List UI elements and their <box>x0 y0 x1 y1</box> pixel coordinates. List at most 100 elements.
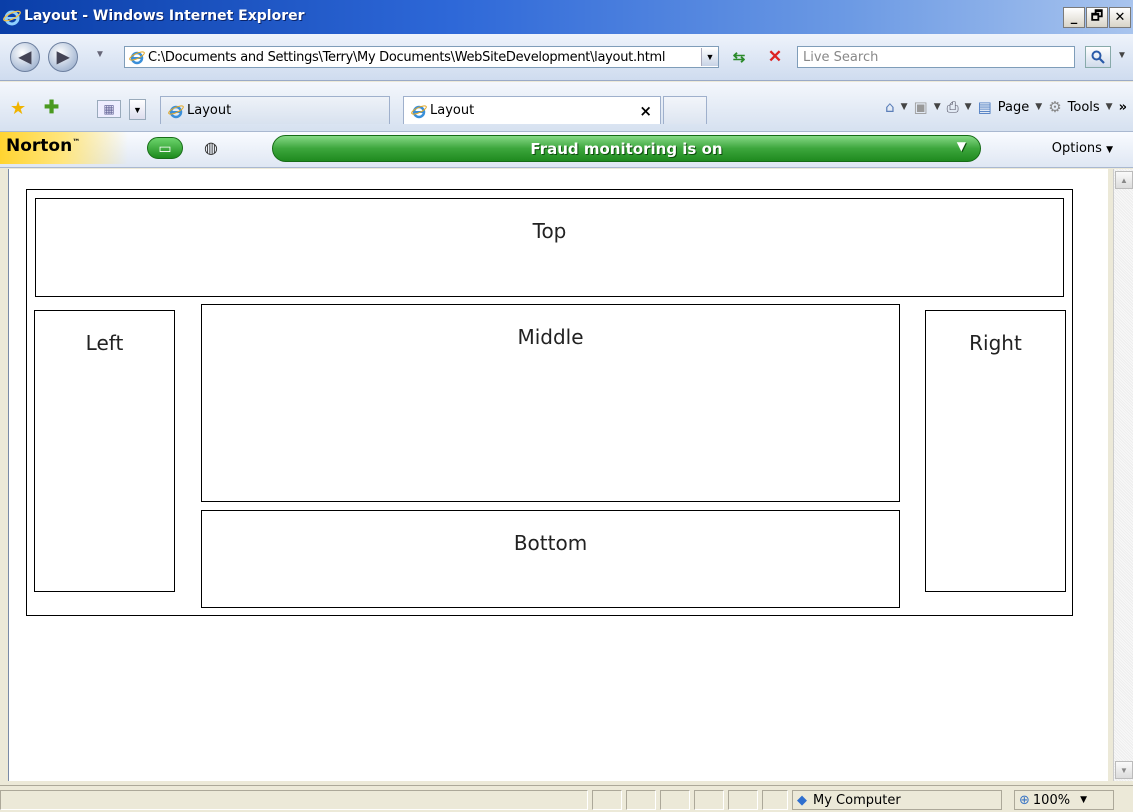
title-bar[interactable]: Layout - Windows Internet Explorer _ 🗗 ✕ <box>0 0 1133 34</box>
search-icon <box>1091 50 1105 64</box>
right-region: Right <box>925 310 1066 592</box>
recent-pages-dropdown-icon[interactable]: ▼ <box>95 49 105 60</box>
middle-region: Middle <box>201 304 900 502</box>
tab-label: Layout <box>430 103 475 118</box>
chevron-down-icon: ▼ <box>133 104 142 115</box>
scroll-down-icon: ▼ <box>1120 765 1128 775</box>
computer-icon: ▭ <box>158 139 172 156</box>
forward-button[interactable]: ▶ <box>48 42 78 72</box>
command-bar: ⌂ ▼ ▣ ▼ ⎙ ▼ ▤ Page ▼ ⚙ Tools ▼ » <box>885 98 1127 116</box>
scroll-up-button[interactable]: ▲ <box>1115 171 1133 189</box>
minimize-button[interactable]: _ <box>1063 7 1085 28</box>
stop-button[interactable]: ✕ <box>763 46 787 68</box>
refresh-button[interactable]: ⇆ <box>727 46 751 68</box>
chevron-down-icon[interactable]: ▼ <box>957 139 966 153</box>
feeds-dropdown-icon[interactable]: ▼ <box>934 102 941 112</box>
options-dropdown-icon: ▼ <box>1106 145 1113 155</box>
options-label: Options <box>1051 141 1102 156</box>
address-input[interactable]: C:\Documents and Settings\Terry\My Docum… <box>148 50 701 65</box>
ie-window: Layout - Windows Internet Explorer _ 🗗 ✕… <box>0 0 1133 812</box>
search-input[interactable]: Live Search <box>797 46 1075 68</box>
bottom-region: Bottom <box>201 510 900 608</box>
security-zone[interactable]: ◆ My Computer <box>792 790 1002 810</box>
home-icon[interactable]: ⌂ <box>885 98 895 116</box>
tab-list-dropdown[interactable]: ▼ <box>129 99 146 120</box>
zoom-dropdown-icon[interactable]: ▼ <box>1080 795 1087 805</box>
norton-computer-button[interactable]: ▭ <box>147 137 183 159</box>
norton-toolbar: Norton™ ▭ ◍ Fraud monitoring is on ▼ Opt… <box>0 132 1133 168</box>
page-ie-icon <box>129 51 145 65</box>
norton-logo: Norton™ <box>0 132 128 164</box>
address-dropdown-icon[interactable]: ▼ <box>701 48 718 66</box>
tab-layout-2[interactable]: Layout × <box>403 96 661 124</box>
stop-icon: ✕ <box>767 47 783 66</box>
add-favorite-icon[interactable]: ✚ <box>44 97 59 118</box>
window-controls: _ 🗗 ✕ <box>1063 7 1131 28</box>
refresh-icon: ⇆ <box>732 49 746 66</box>
bottom-label: Bottom <box>513 531 588 555</box>
scroll-up-icon: ▲ <box>1120 175 1128 185</box>
status-segment <box>592 790 622 810</box>
zoom-icon: ⊕ <box>1019 792 1030 808</box>
vertical-scrollbar[interactable]: ▲ ▼ <box>1113 169 1133 781</box>
left-region: Left <box>34 310 175 592</box>
right-label: Right <box>969 331 1022 355</box>
home-dropdown-icon[interactable]: ▼ <box>901 102 908 112</box>
address-bar[interactable]: C:\Documents and Settings\Terry\My Docum… <box>124 46 719 68</box>
left-label: Left <box>85 331 124 355</box>
tab-ie-icon <box>411 104 427 118</box>
fraud-status-text: Fraud monitoring is on <box>530 139 723 158</box>
norton-logo-text: Norton <box>6 136 73 156</box>
tools-dropdown-icon[interactable]: ▼ <box>1106 102 1113 112</box>
print-icon[interactable]: ⎙ <box>947 98 959 116</box>
quick-tabs-icon: ▦ <box>103 102 115 116</box>
search-button[interactable] <box>1085 46 1111 68</box>
norton-globe-button[interactable]: ◍ <box>199 137 223 159</box>
window-title: Layout - Windows Internet Explorer <box>24 8 305 24</box>
tab-ie-icon <box>168 104 184 118</box>
zoom-control[interactable]: ⊕ 100% ▼ <box>1014 790 1114 810</box>
back-arrow-icon: ◀ <box>18 49 32 66</box>
zone-label: My Computer <box>813 792 901 808</box>
status-segment <box>694 790 724 810</box>
maximize-button[interactable]: 🗗 <box>1086 7 1108 28</box>
gear-icon: ⚙ <box>1048 98 1062 116</box>
tools-menu[interactable]: Tools <box>1068 100 1100 115</box>
page-menu[interactable]: Page <box>998 100 1029 115</box>
forward-arrow-icon: ▶ <box>56 49 70 66</box>
status-segment <box>626 790 656 810</box>
globe-icon: ◍ <box>204 140 218 157</box>
address-toolbar: ◀ ▶ ▼ C:\Documents and Settings\Terry\My… <box>0 34 1133 81</box>
close-tab-icon[interactable]: × <box>639 102 652 120</box>
zoom-level: 100% <box>1032 792 1071 808</box>
ie-logo-icon <box>3 10 21 26</box>
status-bar: ◆ My Computer ⊕ 100% ▼ <box>0 785 1133 812</box>
computer-zone-icon: ◆ <box>797 792 807 808</box>
back-button[interactable]: ◀ <box>10 42 40 72</box>
favorites-star-icon[interactable]: ★ <box>10 98 26 119</box>
tab-toolbar: ★ ✚ ▦ ▼ Layout Layout × ⌂ ▼ ▣ ▼ ⎙ ▼ ▤ Pa… <box>0 82 1133 132</box>
new-tab-button[interactable] <box>663 96 707 124</box>
status-segment <box>728 790 758 810</box>
page-icon: ▤ <box>977 98 992 116</box>
tab-layout-1[interactable]: Layout <box>160 96 390 124</box>
tab-label: Layout <box>187 103 232 118</box>
top-label: Top <box>532 219 567 243</box>
layout-container: Top Left Middle Bottom Right <box>26 189 1073 616</box>
page-viewport: Top Left Middle Bottom Right <box>8 169 1108 781</box>
close-window-button[interactable]: ✕ <box>1109 7 1131 28</box>
search-options-dropdown-icon[interactable]: ▼ <box>1117 50 1127 61</box>
status-segment <box>762 790 788 810</box>
status-segment <box>660 790 690 810</box>
fraud-monitoring-status[interactable]: Fraud monitoring is on ▼ <box>272 135 981 162</box>
print-dropdown-icon[interactable]: ▼ <box>965 102 972 112</box>
quick-tabs-button[interactable]: ▦ <box>97 100 121 118</box>
scroll-down-button[interactable]: ▼ <box>1115 761 1133 779</box>
norton-trademark: ™ <box>72 137 81 147</box>
top-region: Top <box>35 198 1064 297</box>
more-commands-icon[interactable]: » <box>1119 100 1127 115</box>
rss-icon[interactable]: ▣ <box>914 98 928 116</box>
norton-options-menu[interactable]: Options ▼ <box>1052 141 1113 156</box>
status-text-segment <box>0 790 588 810</box>
page-dropdown-icon[interactable]: ▼ <box>1035 102 1042 112</box>
